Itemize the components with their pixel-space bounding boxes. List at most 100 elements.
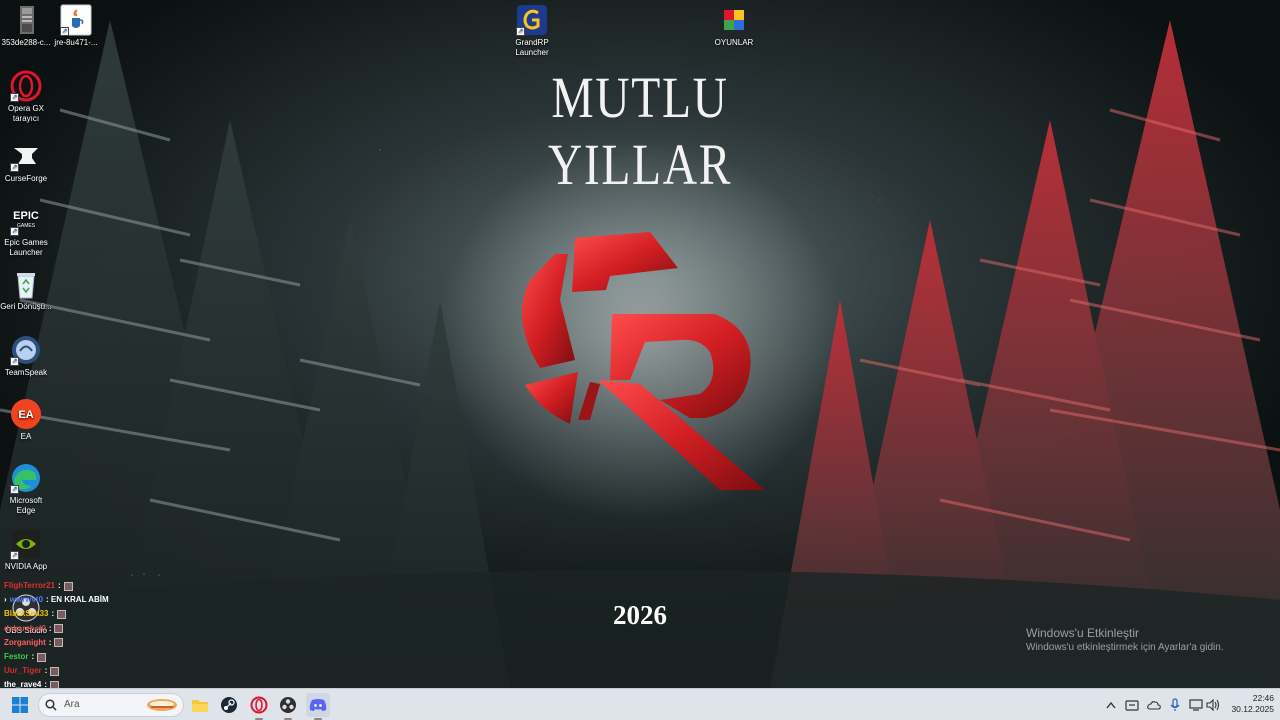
clock-time: 22:46 <box>1252 693 1274 703</box>
taskbar-discord[interactable] <box>306 693 330 720</box>
taskbar-opera-gx[interactable] <box>247 693 271 720</box>
chat-message: : <box>51 609 55 619</box>
grandrp-icon: ↗ <box>516 4 548 36</box>
java-icon: ↗ <box>60 4 92 36</box>
chat-username: Festor <box>4 652 29 662</box>
file-explorer-icon <box>192 700 208 712</box>
desktop-icon-java[interactable]: ↗ jre-8u471-... <box>50 4 102 48</box>
tray-cloud[interactable] <box>1146 697 1162 713</box>
activation-subtitle: Windows'u etkinleştirmek için Ayarlar'a … <box>1026 642 1224 653</box>
desktop-icon-label: CurseForge <box>4 174 48 183</box>
desktop-icon-label: Opera GX tarayıcı <box>7 104 44 123</box>
desktop-icon-label: jre-8u471-... <box>54 38 98 47</box>
desktop-icon-label: GrandRP Launcher <box>515 38 549 57</box>
curseforge-icon: ↗ <box>10 140 42 172</box>
desktop-icon-label: Microsoft Edge <box>9 496 43 515</box>
chat-line: › wwrwvt0: EN KRAL ABİM <box>4 593 109 607</box>
desktop-icon-ea[interactable]: EA EA <box>0 398 52 442</box>
chat-avatar <box>54 638 64 648</box>
discord-icon <box>309 699 327 711</box>
chevron-up-icon <box>1106 701 1116 709</box>
start-button[interactable] <box>8 693 32 717</box>
tray-volume[interactable] <box>1205 697 1221 713</box>
tray-sync[interactable] <box>1124 697 1140 713</box>
chat-message: : <box>48 637 52 647</box>
chevron-right-icon: › <box>4 595 7 605</box>
desktop-icon-games-folder[interactable]: OYUNLAR <box>708 4 760 48</box>
desktop-icon-nvidia[interactable]: ↗ NVIDIA App <box>0 528 52 572</box>
tray-overflow-button[interactable] <box>1103 697 1119 713</box>
search-placeholder: Ara <box>64 699 80 710</box>
taskbar-steam[interactable] <box>217 693 241 717</box>
desktop-icon-label: NVIDIA App <box>4 562 48 571</box>
desktop-icon-label: Geri Dönüşü... <box>0 302 52 311</box>
microphone-icon <box>1170 698 1180 711</box>
svg-text:EA: EA <box>18 409 33 421</box>
chat-username: dakarebel0 <box>4 623 46 633</box>
games-folder-icon <box>718 4 750 36</box>
start-icon <box>12 697 28 713</box>
tray-microphone[interactable] <box>1167 697 1183 713</box>
desktop-icon-opera-gx[interactable]: ↗ Opera GX tarayıcı <box>0 70 52 124</box>
chat-username: wwrwvt0 <box>9 595 44 605</box>
desktop-icon-label: Epic Games Launcher <box>4 238 48 257</box>
search-icon <box>45 699 57 711</box>
desktop-icon-label: 353de288-c... <box>1 38 51 47</box>
chat-line: FlighTerror21: <box>4 579 109 593</box>
chat-username: FlighTerror21 <box>4 581 55 590</box>
desktop-icon-recycle-bin[interactable]: Geri Dönüşü... <box>0 268 52 312</box>
clock-date: 30.12.2025 <box>1231 704 1274 714</box>
taskbar-clock[interactable]: 22:46 30.12.2025 <box>1222 693 1274 715</box>
chat-line: Uur_Tiger: <box>4 664 109 678</box>
nvidia-icon: ↗ <box>10 528 42 560</box>
taskbar-search-box[interactable]: Ara <box>38 693 184 717</box>
opera-gx-icon: ↗ <box>10 70 42 102</box>
desktop-icon-installer[interactable]: 353de288-c... <box>0 4 52 48</box>
svg-text:GAMES: GAMES <box>17 223 36 229</box>
svg-text:EPIC: EPIC <box>13 210 39 222</box>
chat-avatar <box>50 666 60 676</box>
activation-watermark: Windows'u Etkinleştir Windows'u etkinleş… <box>1026 626 1276 653</box>
chat-avatar <box>57 610 67 619</box>
taskbar-obs[interactable] <box>276 693 300 720</box>
tray-network[interactable] <box>1188 697 1204 713</box>
chat-line: Zorganight: <box>4 636 109 650</box>
taskbar: Ara 22:46 30.12.2025 <box>0 688 1280 720</box>
cloud-icon <box>1147 701 1161 710</box>
chat-line: dakarebel0: <box>4 622 109 636</box>
desktop-icon-epic-games[interactable]: EPIC GAMES ↗ Epic Games Launcher <box>0 204 52 258</box>
chat-line: Festor: <box>4 650 109 664</box>
opera-gx-icon <box>250 696 268 714</box>
desktop-icon-label: EA <box>20 432 32 441</box>
desktop-icon-curseforge[interactable]: ↗ CurseForge <box>0 140 52 184</box>
chat-message: : EN KRAL ABİM <box>46 595 109 605</box>
sync-icon <box>1125 700 1139 711</box>
wallpaper-title: MUTLU YILLAR <box>547 65 733 197</box>
chat-avatar <box>54 624 64 634</box>
desktop-icon-label: TeamSpeak <box>4 368 48 377</box>
activation-title: Windows'u Etkinleştir <box>1026 626 1139 640</box>
chat-line: BlackSea33: <box>4 607 109 621</box>
teamspeak-icon: ↗ <box>10 334 42 366</box>
recycle-bin-icon <box>10 268 42 300</box>
wallpaper-year: 2026 <box>613 600 667 630</box>
chat-avatar <box>37 652 47 662</box>
desktop-icon-label: OYUNLAR <box>714 38 754 47</box>
chat-message: : <box>48 623 52 633</box>
volume-icon <box>1206 699 1220 711</box>
edge-icon: ↗ <box>10 462 42 494</box>
chat-username: Zorganight <box>4 637 46 647</box>
desktop-icon-grandrp[interactable]: ↗ GrandRP Launcher <box>506 4 558 58</box>
ea-icon: EA <box>10 398 42 430</box>
network-icon <box>1189 699 1203 711</box>
epic-games-icon: EPIC GAMES ↗ <box>10 210 39 236</box>
desktop-icon-edge[interactable]: ↗ Microsoft Edge <box>0 462 52 516</box>
chat-username: BlackSea33 <box>4 609 49 619</box>
chat-message: : <box>44 666 48 676</box>
chat-message: : <box>57 581 61 590</box>
chat-avatar <box>63 581 73 591</box>
desktop-icon-teamspeak[interactable]: ↗ TeamSpeak <box>0 334 52 378</box>
taskbar-file-explorer[interactable] <box>188 693 212 717</box>
installer-icon <box>10 4 42 36</box>
obs-icon <box>280 697 296 713</box>
